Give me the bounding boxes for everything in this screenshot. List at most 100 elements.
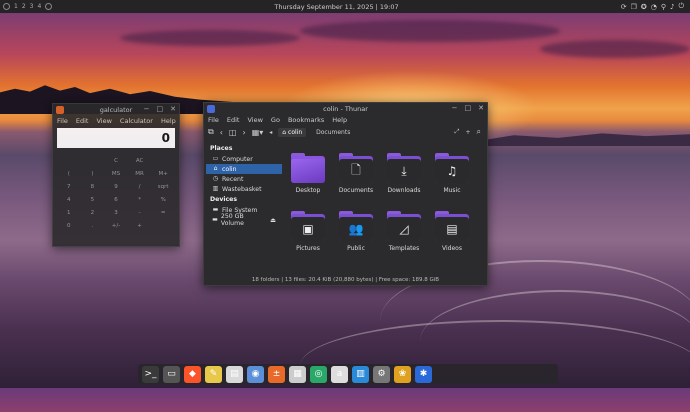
calc-key[interactable]: 5 xyxy=(81,193,105,206)
sidebar-item-wastebasket[interactable]: ▥ Wastebasket xyxy=(206,184,282,194)
maximize-button[interactable]: □ xyxy=(157,105,164,113)
view-mode-icon[interactable]: ▦▾ xyxy=(252,128,264,137)
calc-key[interactable]: +/- xyxy=(104,219,128,232)
close-button[interactable]: ✕ xyxy=(478,104,484,112)
overview-icon[interactable] xyxy=(45,3,53,10)
eject-icon[interactable]: ⏏ xyxy=(270,217,276,224)
minimize-button[interactable]: − xyxy=(144,105,150,113)
dock-bluetooth-icon[interactable]: ✱ xyxy=(415,365,432,383)
folder-public[interactable]: 👥 Public xyxy=(332,209,380,267)
maximize-button[interactable]: □ xyxy=(465,104,472,112)
breadcrumb-home[interactable]: ⌂ colin xyxy=(278,127,307,137)
calc-key[interactable]: % xyxy=(151,193,175,206)
sidebar-item-volume[interactable]: ▬ 250 GB Volume ⏏ xyxy=(206,213,282,227)
workspace-1[interactable]: 1 xyxy=(14,3,18,10)
folder-pictures[interactable]: ▣ Pictures xyxy=(284,209,332,267)
calc-key[interactable] xyxy=(81,154,105,167)
calc-key[interactable]: C xyxy=(104,154,128,167)
calc-key[interactable]: 3 xyxy=(104,206,128,219)
split-view-icon[interactable]: ◫ xyxy=(229,128,237,137)
menu-help[interactable]: Help xyxy=(161,117,176,125)
menu-go[interactable]: Go xyxy=(271,116,280,124)
sidebar-item-computer[interactable]: ▭ Computer xyxy=(206,154,282,164)
calc-key[interactable]: * xyxy=(128,193,152,206)
add-icon[interactable]: + xyxy=(465,129,470,136)
path-left-icon[interactable]: ◂ xyxy=(269,129,272,136)
location-icon[interactable]: ⚲ xyxy=(661,3,666,11)
calc-key[interactable]: 8 xyxy=(81,180,105,193)
calc-key[interactable]: 0 xyxy=(57,219,81,232)
workspace-2[interactable]: 2 xyxy=(22,3,26,10)
thunar-titlebar[interactable]: colin - Thunar − □ ✕ xyxy=(204,103,487,115)
calc-key[interactable]: / xyxy=(128,180,152,193)
calc-key[interactable]: - xyxy=(128,206,152,219)
folder-documents[interactable]: 🗋 Documents xyxy=(332,151,380,209)
search-icon[interactable]: ⌕ xyxy=(477,127,487,137)
volume-icon[interactable]: ♪ xyxy=(670,3,674,11)
calc-key[interactable] xyxy=(151,219,175,232)
calc-key[interactable]: MR xyxy=(128,167,152,180)
calc-key[interactable]: sqrt xyxy=(151,180,175,193)
open-location-icon[interactable]: ⤢ xyxy=(455,128,460,136)
dock-files-icon[interactable]: ▭ xyxy=(163,365,180,383)
menu-bookmarks[interactable]: Bookmarks xyxy=(288,116,324,124)
sidebar-item-recent[interactable]: ◷ Recent xyxy=(206,174,282,184)
update-icon[interactable]: ⟳ xyxy=(621,3,627,11)
calc-key[interactable]: ( xyxy=(57,167,81,180)
calc-key[interactable]: M+ xyxy=(151,167,175,180)
folder-music[interactable]: ♫ Music xyxy=(428,151,476,209)
dock-photos-icon[interactable]: ❀ xyxy=(394,365,411,383)
workspace-switcher[interactable]: 1 2 3 4 xyxy=(0,3,53,10)
power-icon[interactable]: ⏻ xyxy=(678,2,684,11)
dock-calculator-icon[interactable]: ± xyxy=(268,365,285,383)
calc-key[interactable]: ) xyxy=(81,167,105,180)
calculator-titlebar[interactable]: galculator − □ ✕ xyxy=(53,104,179,116)
folder-downloads[interactable]: ⤓ Downloads xyxy=(380,151,428,209)
accessibility-icon[interactable]: ✪ xyxy=(641,3,647,11)
folder-desktop[interactable]: Desktop xyxy=(284,151,332,209)
folder-videos[interactable]: ▤ Videos xyxy=(428,209,476,267)
calc-key[interactable]: 4 xyxy=(57,193,81,206)
notifications-icon[interactable]: ❐ xyxy=(631,3,637,11)
calc-key[interactable] xyxy=(151,154,175,167)
close-button[interactable]: ✕ xyxy=(170,105,176,113)
app-menu-icon[interactable] xyxy=(3,3,10,10)
calc-key[interactable]: 9 xyxy=(104,180,128,193)
dock-brave-icon[interactable]: ◆ xyxy=(184,365,201,383)
workspace-4[interactable]: 4 xyxy=(37,3,41,10)
clock[interactable]: Thursday September 11, 2025 | 19:07 xyxy=(274,3,398,11)
breadcrumb-documents[interactable]: Documents xyxy=(312,128,354,137)
dock-audio-icon[interactable]: a xyxy=(331,365,348,383)
dock-notes-icon[interactable]: ▤ xyxy=(226,365,243,383)
dock-terminal-icon[interactable]: >_ xyxy=(142,365,159,383)
minimize-button[interactable]: − xyxy=(452,104,458,112)
sidebar-item-colin[interactable]: ⌂ colin xyxy=(206,164,282,174)
forward-icon[interactable]: › xyxy=(242,128,245,137)
workspace-3[interactable]: 3 xyxy=(30,3,34,10)
menu-edit[interactable]: Edit xyxy=(76,117,89,125)
dock-document-viewer-icon[interactable]: ▦ xyxy=(289,365,306,383)
dock-text-editor-icon[interactable]: ✎ xyxy=(205,365,222,383)
calc-key[interactable]: AC xyxy=(128,154,152,167)
calc-key[interactable]: 6 xyxy=(104,193,128,206)
folder-templates[interactable]: ◿ Templates xyxy=(380,209,428,267)
dock-settings-icon[interactable]: ⚙ xyxy=(373,365,390,383)
dock-system-monitor-icon[interactable]: ▥ xyxy=(352,365,369,383)
dock-app-store-icon[interactable]: ◉ xyxy=(247,365,264,383)
calc-key[interactable]: = xyxy=(151,206,175,219)
menu-view[interactable]: View xyxy=(247,116,262,124)
calc-key[interactable]: 7 xyxy=(57,180,81,193)
menu-view[interactable]: View xyxy=(96,117,111,125)
menu-help[interactable]: Help xyxy=(332,116,347,124)
calc-key[interactable] xyxy=(57,154,81,167)
dock-screenshot-icon[interactable]: ◎ xyxy=(310,365,327,383)
menu-calculator[interactable]: Calculator xyxy=(120,117,153,125)
new-tab-icon[interactable]: ⧉ xyxy=(208,127,214,137)
menu-edit[interactable]: Edit xyxy=(227,116,240,124)
calc-key[interactable]: . xyxy=(81,219,105,232)
calc-key[interactable]: + xyxy=(128,219,152,232)
calc-key[interactable]: 1 xyxy=(57,206,81,219)
calc-key[interactable]: MS xyxy=(104,167,128,180)
menu-file[interactable]: File xyxy=(57,117,68,125)
back-icon[interactable]: ‹ xyxy=(220,128,223,137)
